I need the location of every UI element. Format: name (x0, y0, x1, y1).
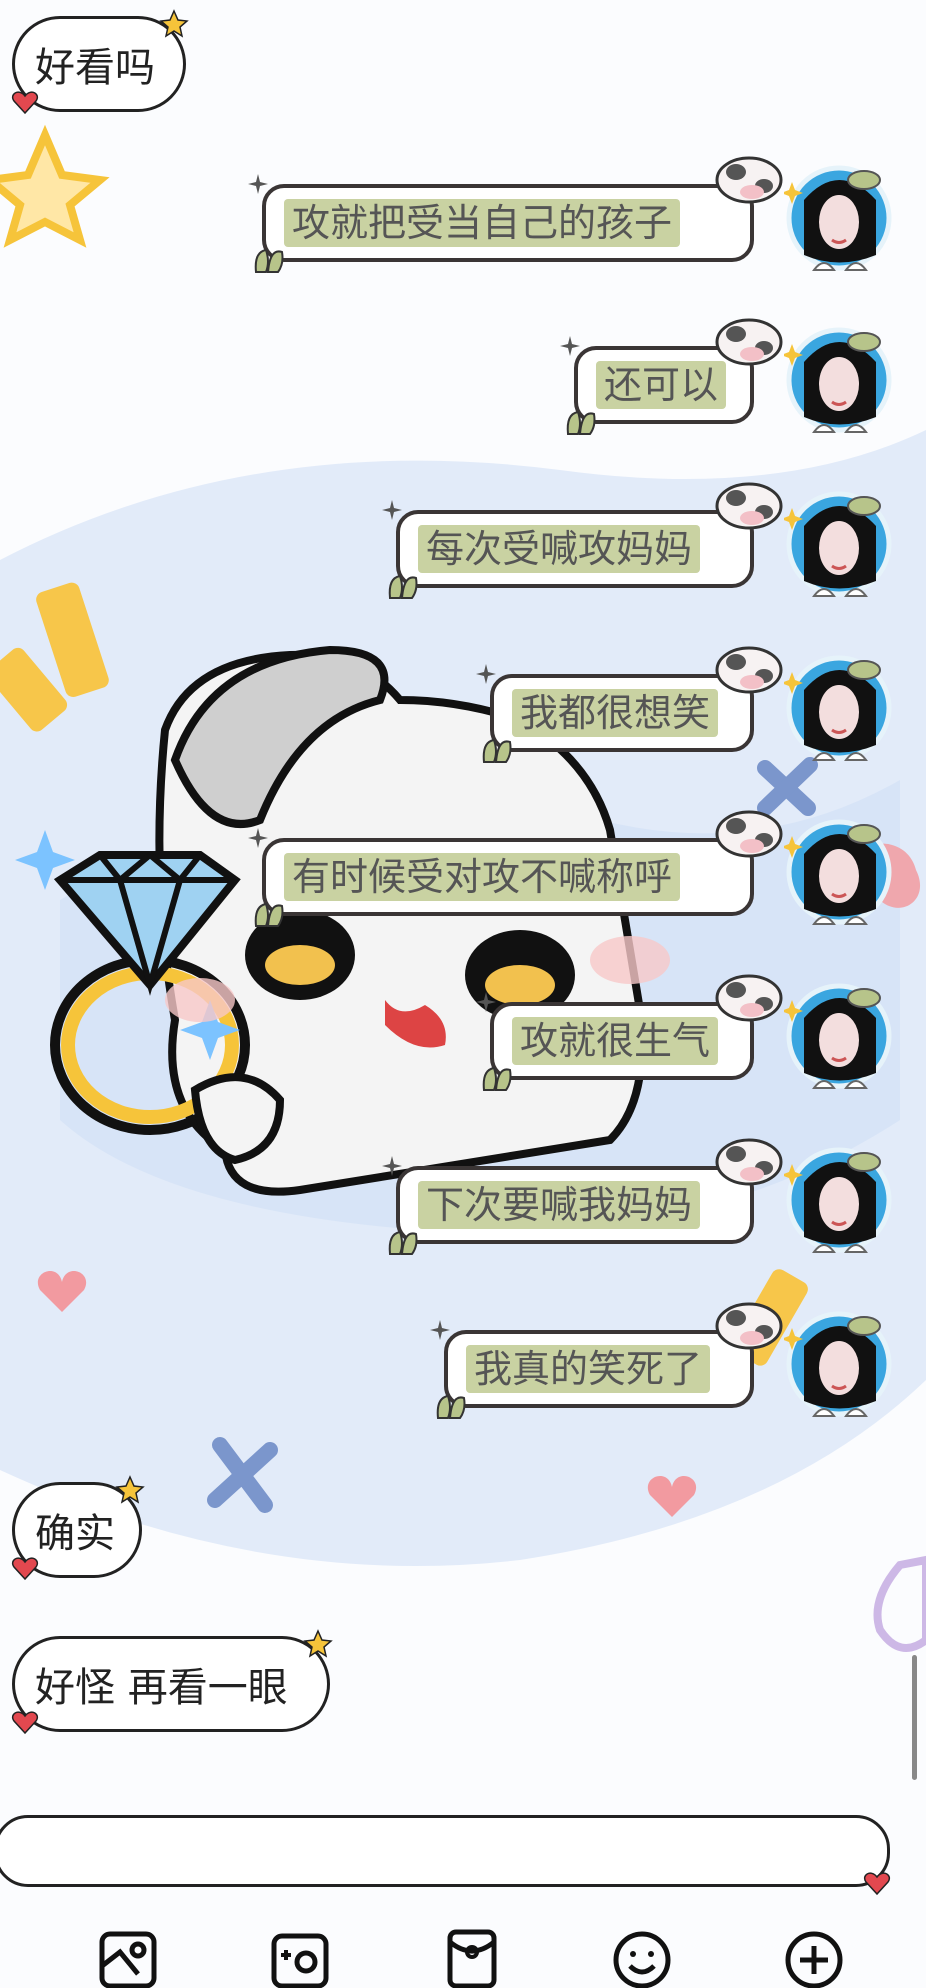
outgoing-message-bubble[interactable]: 我真的笑死了 (430, 1302, 783, 1419)
sparkle-icon (476, 664, 496, 684)
message-text: 还可以 (596, 361, 727, 409)
user-avatar[interactable] (784, 486, 894, 606)
input-toolbar (0, 1920, 926, 1988)
star-icon (303, 1629, 333, 1658)
diamond-icon (53, 851, 241, 992)
message-text: 我真的笑死了 (466, 1345, 711, 1393)
cow-sticker-icon (715, 318, 783, 366)
plus-icon[interactable] (784, 1928, 844, 1988)
outgoing-message-bubble[interactable]: 还可以 (560, 318, 783, 435)
sparkle-icon (382, 500, 402, 520)
user-avatar[interactable] (784, 978, 894, 1098)
cow-sticker-icon (715, 974, 783, 1022)
sparkle-icon (560, 336, 580, 356)
sparkle-icon (382, 1156, 402, 1176)
message-text: 好怪 再看一眼 (35, 1665, 288, 1711)
message-text: 有时候受对攻不喊称呼 (284, 853, 681, 901)
emoji-icon[interactable] (612, 1928, 672, 1988)
cow-sticker-icon (715, 156, 783, 204)
sparkle-icon (476, 992, 496, 1012)
heart-icon (12, 1557, 38, 1581)
outgoing-message-bubble[interactable]: 有时候受对攻不喊称呼 (248, 810, 783, 927)
cow-sticker-icon (715, 1138, 783, 1186)
cow-sticker-icon (715, 1302, 783, 1350)
heart-icon (864, 1872, 890, 1896)
incoming-message-bubble[interactable]: 确实 (12, 1475, 145, 1581)
sparkle-icon (248, 828, 268, 848)
heart-icon (12, 91, 38, 115)
incoming-message-bubble[interactable]: 好看吗 (12, 9, 189, 115)
message-text: 好看吗 (35, 45, 155, 91)
sparkle-icon (430, 1320, 450, 1340)
message-text: 我都很想笑 (512, 689, 719, 737)
leaf-icon (482, 738, 512, 763)
leaf-icon (566, 410, 596, 435)
scrollbar[interactable] (912, 1655, 917, 1780)
message-text: 每次受喊攻妈妈 (418, 525, 701, 573)
user-avatar[interactable] (784, 160, 894, 280)
red-packet-icon[interactable] (442, 1928, 502, 1988)
cow-sticker-icon (715, 646, 783, 694)
message-text: 下次要喊我妈妈 (418, 1181, 701, 1229)
cow-sticker-icon (715, 482, 783, 530)
message-text: 攻就把受当自己的孩子 (284, 199, 681, 247)
star-icon (115, 1475, 145, 1504)
heart-icon (12, 1711, 38, 1735)
star-decoration-icon (0, 124, 110, 248)
image-icon[interactable] (98, 1928, 158, 1988)
user-avatar[interactable] (784, 814, 894, 934)
camera-icon[interactable] (270, 1928, 330, 1988)
sparkle-icon (248, 174, 268, 194)
leaf-icon (388, 1230, 418, 1255)
user-avatar[interactable] (784, 1306, 894, 1426)
outgoing-message-bubble[interactable]: 我都很想笑 (476, 646, 783, 763)
leaf-icon (482, 1066, 512, 1091)
leaf-icon (436, 1394, 466, 1419)
cow-sticker-icon (715, 810, 783, 858)
outgoing-message-bubble[interactable]: 攻就很生气 (476, 974, 783, 1091)
user-avatar[interactable] (784, 1142, 894, 1262)
user-avatar[interactable] (784, 322, 894, 442)
outgoing-message-bubble[interactable]: 每次受喊攻妈妈 (382, 482, 783, 599)
user-avatar[interactable] (784, 650, 894, 770)
leaf-icon (254, 248, 284, 273)
incoming-message-bubble[interactable]: 好怪 再看一眼 (12, 1629, 333, 1735)
message-text: 攻就很生气 (512, 1017, 719, 1065)
leaf-icon (254, 902, 284, 927)
message-text: 确实 (35, 1511, 115, 1557)
outgoing-message-bubble[interactable]: 下次要喊我妈妈 (382, 1138, 783, 1255)
star-icon (159, 9, 189, 38)
outgoing-message-bubble[interactable]: 攻就把受当自己的孩子 (248, 156, 783, 273)
message-input[interactable] (0, 1815, 890, 1887)
leaf-icon (388, 574, 418, 599)
